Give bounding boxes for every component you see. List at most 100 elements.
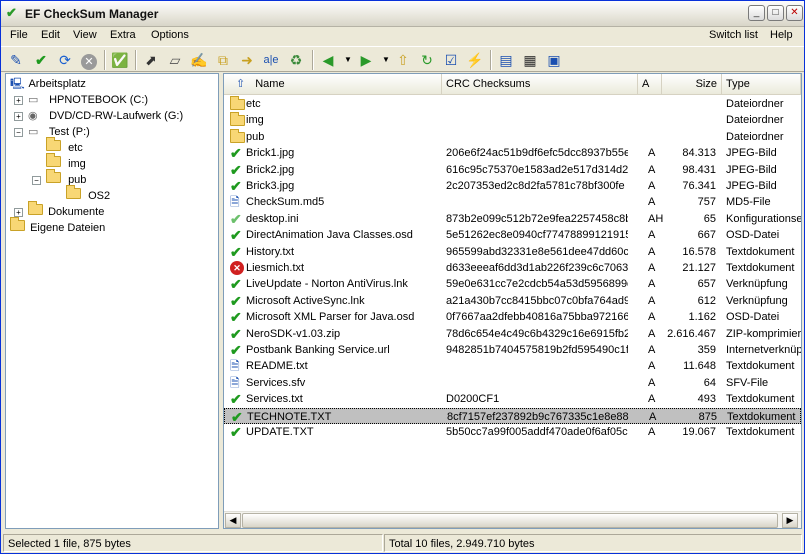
table-row[interactable]: ✔ Brick2.jpg 616c95c75370e1583ad2e517d314d… (224, 162, 801, 178)
toolbar: ✎ ✔ ⟳ ✕ ✅ ⬈ ▱ ✍ ⧉ ➜ a|e ♻ ◀ ▼ ▶ ▼ ⇧ ↻ ☑ … (1, 46, 804, 72)
tree-item-drive-c[interactable]: ▭ HPNOTEBOOK (C:) (28, 92, 148, 108)
checksum-file-icon: 🗎 (230, 375, 240, 390)
stop-icon[interactable]: ✕ (79, 50, 99, 70)
maximize-button[interactable]: □ (767, 5, 784, 21)
menu-options[interactable]: Options (151, 29, 189, 41)
open-icon[interactable]: ▱ (165, 50, 185, 70)
table-row[interactable]: ✔ History.txt 965599abd32331e8e561dee47dd6… (224, 244, 801, 260)
expand-icon[interactable]: + (14, 208, 23, 217)
tree-item-os2[interactable]: OS2 (66, 185, 110, 204)
table-row[interactable]: pub Dateiordner (224, 128, 801, 145)
menu-help[interactable]: Help (770, 29, 793, 41)
verify-icon[interactable]: ✅ (110, 50, 130, 70)
tree-item-drive-g[interactable]: ◉ DVD/CD-RW-Laufwerk (G:) (28, 108, 183, 124)
table-row[interactable]: ✔ Postbank Banking Service.url 9482851b740… (224, 342, 801, 358)
cell-attr: AH (648, 212, 664, 225)
folder-tree[interactable]: 🖳 Arbeitsplatz + ▭ HPNOTEBOOK (C:) + ◉ D… (5, 73, 219, 529)
move-icon[interactable]: ➜ (237, 50, 257, 70)
column-size[interactable]: Size (662, 74, 722, 95)
cell-attr: A (648, 426, 656, 438)
table-row[interactable]: ✔ desktop.ini 873b2e099c512b72e9fea2257458… (224, 211, 801, 227)
menu-view[interactable]: View (73, 29, 97, 41)
cell-type: Textdokument (726, 360, 795, 373)
scroll-left-icon[interactable]: ◀ (225, 513, 241, 528)
close-button[interactable]: ✕ (786, 5, 803, 21)
new-file-icon[interactable]: ⬈ (141, 50, 161, 70)
horizontal-scrollbar[interactable]: ◀ ▶ (224, 511, 801, 528)
cell-type: OSD-Datei (726, 229, 780, 242)
table-row[interactable]: ✔ NeroSDK-v1.03.zip 78d6c654e4c49c6b4329c1… (224, 326, 801, 342)
column-crc[interactable]: CRC Checksums (442, 74, 638, 95)
scroll-right-icon[interactable]: ▶ (782, 513, 798, 528)
table-row[interactable]: ✔ DirectAnimation Java Classes.osd 5e51262… (224, 227, 801, 243)
minimize-button[interactable]: _ (748, 5, 765, 21)
copy-icon[interactable]: ⧉ (213, 50, 233, 70)
view-thumbs-icon[interactable]: ▣ (544, 50, 564, 70)
tree-item-eigene-dateien[interactable]: Eigene Dateien (10, 217, 105, 236)
table-row[interactable]: ✕ Liesmich.txt d633eeeaf6dd3d1ab226f239c6c… (224, 260, 801, 276)
column-name[interactable]: ⇧ Name (224, 74, 442, 95)
expand-icon[interactable]: + (14, 96, 23, 105)
table-row[interactable]: ✔ TECHNOTE.TXT 8cf7157ef237892b9c767335c1e… (224, 407, 801, 424)
table-row[interactable]: 🗎 CheckSum.md5 A 757 MD5-File (224, 194, 801, 210)
column-type[interactable]: Type (722, 74, 801, 95)
checksum-error-icon: ✕ (230, 261, 244, 275)
table-row[interactable]: ✔ Services.txt D0200CF1 A 493 Textdokument (224, 391, 801, 407)
back-dropdown-icon[interactable]: ▼ (338, 50, 358, 70)
cell-crc: 2c207353ed2c8d2fa5781c78bf300fe (446, 180, 625, 192)
file-list[interactable]: ⇧ Name CRC Checksums A Size Type etc Datei… (223, 73, 802, 529)
expand-icon[interactable]: + (14, 112, 23, 121)
forward-icon[interactable]: ▶ (356, 50, 376, 70)
collapse-icon[interactable]: − (14, 128, 23, 137)
menu-extra[interactable]: Extra (110, 29, 136, 41)
cell-attr: A (648, 294, 656, 307)
cell-name: Services.sfv (246, 376, 306, 389)
cell-name: History.txt (246, 245, 295, 258)
table-row[interactable]: ✔ Brick3.jpg 2c207353ed2c8d2fa5781c78bf300… (224, 178, 801, 194)
app-window: ✔ EF CheckSum Manager _ □ ✕ File Edit Vi… (0, 0, 805, 554)
cell-type: OSD-Datei (726, 311, 780, 324)
refresh-icon[interactable]: ⟳ (55, 50, 75, 70)
cell-size: 667 (697, 229, 716, 242)
cell-type: Textdokument (726, 245, 795, 258)
refresh-folder-icon[interactable]: ↻ (417, 50, 437, 70)
check-icon[interactable]: ✔ (31, 50, 51, 70)
table-row[interactable]: etc Dateiordner (224, 96, 801, 112)
tree-item-arbeitsplatz[interactable]: 🖳 Arbeitsplatz (10, 76, 86, 92)
cell-crc: a21a430b7cc8415bbc07c0bfa764ad9 (446, 294, 628, 307)
cell-type: SFV-File (726, 376, 769, 389)
cell-size: 757 (697, 196, 716, 209)
table-row[interactable]: ✔ Brick1.jpg 206e6f24ac51b9df6efc5dcc8937b… (224, 145, 801, 161)
tree-item-drive-p[interactable]: ▭ Test (P:) (28, 124, 90, 140)
cell-size: 11.648 (683, 360, 716, 373)
edit-icon[interactable]: ✍ (189, 50, 209, 70)
title-bar[interactable]: ✔ EF CheckSum Manager _ □ ✕ (1, 1, 804, 27)
table-row[interactable]: ✔ LiveUpdate - Norton AntiVirus.lnk 59e0e6… (224, 276, 801, 292)
column-attr[interactable]: A (638, 74, 662, 95)
table-row[interactable]: 🗎 README.txt A 11.648 Textdokument (224, 358, 801, 374)
up-folder-icon[interactable]: ⇧ (393, 50, 413, 70)
collapse-icon[interactable]: − (32, 176, 41, 185)
table-row[interactable]: ✔ Microsoft ActiveSync.lnk a21a430b7cc8415… (224, 293, 801, 309)
new-checksum-icon[interactable]: ✎ (6, 50, 26, 70)
tree-item-dokumente[interactable]: Dokumente (28, 201, 104, 220)
menu-file[interactable]: File (10, 29, 28, 41)
back-icon[interactable]: ◀ (318, 50, 338, 70)
checksum-ok-icon: ✔ (230, 292, 242, 309)
menu-edit[interactable]: Edit (41, 29, 60, 41)
flash-icon[interactable]: ⚡ (465, 50, 485, 70)
rename-icon[interactable]: a|e (261, 50, 281, 70)
table-row[interactable]: ✔ Microsoft XML Parser for Java.osd 0f7667… (224, 309, 801, 325)
table-row[interactable]: 🗎 Services.sfv A 64 SFV-File (224, 375, 801, 391)
view-list-icon[interactable]: ▤ (496, 50, 516, 70)
view-details-icon[interactable]: ▦ (520, 50, 540, 70)
menu-switch-list[interactable]: Switch list (709, 29, 758, 41)
folder-icon (46, 137, 61, 151)
checksum-ok-icon: ✔ (230, 178, 242, 194)
check-list-icon[interactable]: ☑ (441, 50, 461, 70)
properties-icon[interactable]: ♻ (286, 50, 306, 70)
scroll-thumb[interactable] (242, 513, 778, 528)
table-row[interactable]: ✔ UPDATE.TXT 5b50cc7a99f005addf470ade0f6af… (224, 424, 801, 440)
table-row[interactable]: img Dateiordner (224, 112, 801, 128)
checksum-ok-icon: ✔ (230, 227, 242, 244)
